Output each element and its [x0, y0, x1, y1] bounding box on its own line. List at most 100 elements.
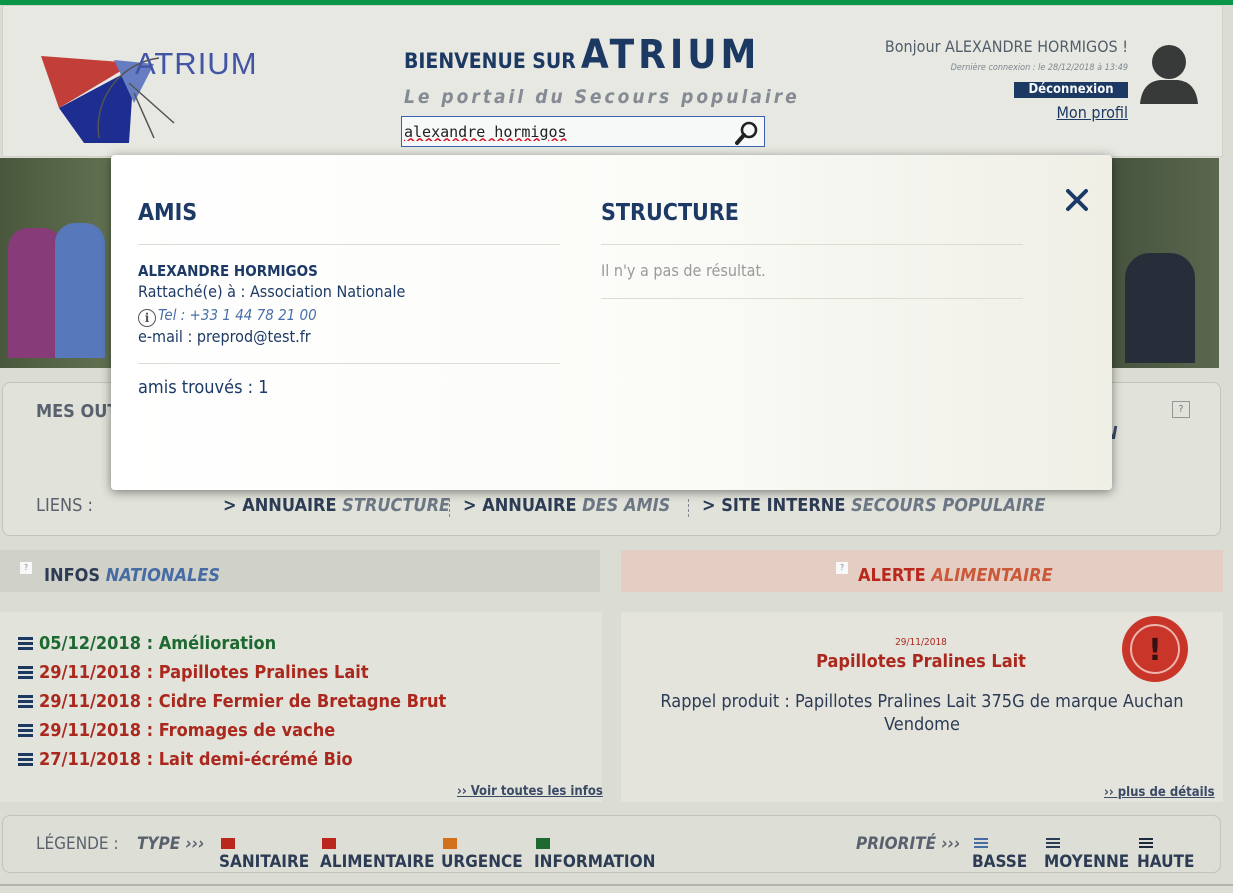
- color-swatch: [536, 838, 550, 849]
- info-item[interactable]: 05/12/2018 : Amélioration: [18, 633, 276, 654]
- friend-name[interactable]: ALEXANDRE HORMIGOS: [138, 262, 318, 280]
- divider: [601, 298, 1023, 299]
- link-prefix: > ANNUAIRE: [463, 495, 577, 516]
- list-icon: [18, 637, 33, 650]
- friend-phone-text: Tel : +33 1 44 78 21 00: [158, 306, 317, 324]
- infos-title: INFOS NATIONALES: [44, 565, 220, 586]
- infos-list: 05/12/2018 : Amélioration 29/11/2018 : P…: [0, 612, 603, 802]
- alert-title-text: ALERTE: [858, 565, 926, 586]
- legend-type-urgence: URGENCE: [441, 834, 523, 872]
- alert-title: ALERTE ALIMENTAIRE: [858, 565, 1053, 586]
- color-swatch: [443, 838, 457, 849]
- friend-attachment: Rattaché(e) à : Association Nationale: [138, 282, 406, 301]
- infos-title-em: NATIONALES: [105, 565, 221, 586]
- info-item-text: 29/11/2018 : Papillotes Pralines Lait: [39, 662, 369, 683]
- infos-title-text: INFOS: [44, 565, 101, 586]
- svg-text:!: !: [1148, 633, 1162, 668]
- link-suffix: STRUCTURE: [342, 495, 451, 516]
- link-site-interne[interactable]: > SITE INTERNE SECOURS POPULAIRE: [702, 495, 1045, 516]
- legend-priority-haute: HAUTE: [1137, 834, 1194, 872]
- info-item[interactable]: 29/11/2018 : Fromages de vache: [18, 720, 335, 741]
- search-input[interactable]: [402, 117, 734, 146]
- help-icon[interactable]: ?: [20, 562, 32, 574]
- last-login: Dernière connexion : le 28/12/2018 à 13:…: [950, 63, 1128, 73]
- color-swatch: [322, 838, 336, 849]
- search-box: [401, 116, 765, 147]
- info-item-text: 05/12/2018 : Amélioration: [39, 633, 277, 654]
- friends-section-title: AMIS: [138, 200, 198, 226]
- priority-icon: [974, 838, 988, 849]
- link-prefix: > ANNUAIRE: [223, 495, 337, 516]
- info-item[interactable]: 29/11/2018 : Papillotes Pralines Lait: [18, 662, 369, 683]
- link-suffix: DES AMIS: [582, 495, 671, 516]
- list-icon: [18, 724, 33, 737]
- legend-bar: LÉGENDE : TYPE ››› SANITAIRE ALIMENTAIRE…: [2, 815, 1221, 873]
- friend-phone: i Tel : +33 1 44 78 21 00: [138, 305, 317, 327]
- legend-type-sanitaire: SANITAIRE: [219, 834, 309, 872]
- list-icon: [18, 666, 33, 679]
- link-separator: [449, 499, 451, 517]
- legend-type-text: INFORMATION: [534, 852, 656, 872]
- header: ATRIUM BIENVENUE SUR ATRIUM Le portail d…: [2, 5, 1223, 157]
- link-separator: [688, 499, 690, 517]
- links-label: LIENS :: [36, 495, 94, 516]
- profile-link[interactable]: Mon profil: [1057, 103, 1129, 122]
- avatar-icon: [1140, 45, 1198, 104]
- info-item[interactable]: 27/11/2018 : Lait demi-écrémé Bio: [18, 749, 353, 770]
- footer-divider: [0, 884, 1233, 886]
- priority-icon: [1139, 838, 1153, 849]
- infos-header: ? INFOS NATIONALES: [0, 550, 600, 592]
- friends-count: amis trouvés : 1: [138, 377, 269, 398]
- logo-text: ATRIUM: [135, 46, 258, 81]
- legend-priority-label: PRIORITÉ ›››: [856, 834, 961, 854]
- all-infos-link[interactable]: ›› Voir toutes les infos: [457, 784, 603, 799]
- legend-type-text: URGENCE: [441, 852, 523, 872]
- info-icon: i: [138, 309, 156, 327]
- search-icon[interactable]: [734, 120, 760, 146]
- greeting: Bonjour ALEXANDRE HORMIGOS !: [884, 37, 1128, 56]
- legend-type-label: TYPE ›››: [137, 834, 205, 854]
- alert-title-em: ALIMENTAIRE: [931, 565, 1053, 586]
- link-annuaire-structure[interactable]: > ANNUAIRE STRUCTURE: [223, 495, 450, 516]
- recall-badge-icon: !: [1122, 616, 1188, 682]
- search-results-modal: AMIS STRUCTURE ALEXANDRE HORMIGOS Rattac…: [111, 155, 1112, 490]
- info-item-text: 27/11/2018 : Lait demi-écrémé Bio: [39, 749, 353, 770]
- legend-priority-moyenne: MOYENNE: [1044, 834, 1129, 872]
- info-item-text: 29/11/2018 : Cidre Fermier de Bretagne B…: [39, 691, 447, 712]
- divider: [601, 244, 1023, 245]
- divider: [138, 363, 560, 364]
- help-icon[interactable]: ?: [1172, 401, 1190, 418]
- priority-icon: [1046, 838, 1060, 849]
- structure-section-title: STRUCTURE: [601, 200, 739, 226]
- welcome-title: BIENVENUE SUR ATRIUM: [404, 32, 760, 78]
- banner-figure: [1125, 253, 1195, 363]
- link-suffix: SECOURS POPULAIRE: [851, 495, 1046, 516]
- link-prefix: > SITE INTERNE: [702, 495, 846, 516]
- alert-details-link[interactable]: ›› plus de détails: [1104, 785, 1215, 800]
- legend-priority-text: BASSE: [972, 852, 1028, 872]
- close-icon[interactable]: [1062, 185, 1092, 215]
- list-icon: [18, 753, 33, 766]
- legend-label: LÉGENDE :: [36, 834, 119, 854]
- info-item-text: 29/11/2018 : Fromages de vache: [39, 720, 336, 741]
- friend-email: e-mail : preprod@test.fr: [138, 327, 311, 346]
- color-swatch: [221, 838, 235, 849]
- list-icon: [18, 695, 33, 708]
- alert-header: ? ALERTE ALIMENTAIRE: [621, 550, 1223, 592]
- info-item[interactable]: 29/11/2018 : Cidre Fermier de Bretagne B…: [18, 691, 446, 712]
- legend-priority-text: HAUTE: [1137, 852, 1195, 872]
- tagline: Le portail du Secours populaire: [404, 86, 800, 108]
- legend-type-text: ALIMENTAIRE: [320, 852, 435, 872]
- alert-panel: 29/11/2018 Papillotes Pralines Lait ! Ra…: [621, 612, 1223, 802]
- legend-priority-basse: BASSE: [972, 834, 1027, 872]
- legend-type-text: SANITAIRE: [219, 852, 310, 872]
- divider: [138, 244, 560, 245]
- logout-button[interactable]: Déconnexion: [1014, 82, 1128, 98]
- link-annuaire-amis[interactable]: > ANNUAIRE DES AMIS: [463, 495, 670, 516]
- welcome-prefix: BIENVENUE SUR: [404, 49, 576, 73]
- alert-body: Rappel produit : Papillotes Pralines Lai…: [660, 691, 1184, 735]
- welcome-brand: ATRIUM: [580, 32, 761, 78]
- help-icon[interactable]: ?: [836, 562, 848, 574]
- legend-type-information: INFORMATION: [534, 834, 655, 872]
- legend-priority-text: MOYENNE: [1044, 852, 1130, 872]
